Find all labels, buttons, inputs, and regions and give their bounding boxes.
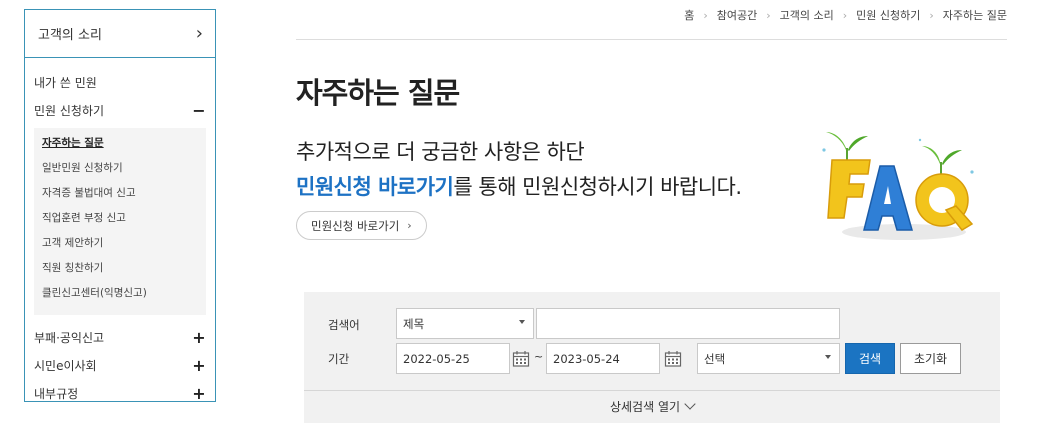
calendar-icon[interactable]: [512, 350, 530, 368]
submenu-item-general-complaint[interactable]: 일반민원 신청하기: [42, 159, 206, 184]
date-to-input[interactable]: 2023-05-24: [546, 343, 660, 374]
breadcrumb-item-home[interactable]: 홈: [684, 7, 694, 23]
panel-divider: [304, 390, 1000, 391]
breadcrumb-item[interactable]: 민원 신청하기: [856, 7, 920, 23]
dropdown-caret-icon: [825, 355, 831, 359]
sidebar-item-my-complaints[interactable]: 내가 쓴 민원: [34, 68, 206, 96]
sidebar-item-internal-rules[interactable]: 내부규정 +: [34, 379, 206, 407]
dropdown-caret-icon: [519, 320, 525, 324]
date-from-input[interactable]: 2022-05-25: [396, 343, 510, 374]
sidebar-item-label: 내부규정: [34, 386, 79, 401]
complaint-shortcut-button[interactable]: 민원신청 바로가기 ›: [296, 211, 427, 240]
breadcrumb-separator-icon: ›: [842, 8, 848, 22]
breadcrumb-item-current: 자주하는 질문: [942, 9, 1007, 22]
intro-highlight: 민원신청 바로가기: [296, 175, 454, 199]
breadcrumb-item[interactable]: 고객의 소리: [780, 7, 834, 23]
date-from-value: 2022-05-25: [403, 351, 470, 366]
date-to-value: 2023-05-24: [553, 351, 620, 366]
submenu-item-faq[interactable]: 자주하는 질문: [42, 134, 206, 159]
page-title: 자주하는 질문: [296, 76, 460, 110]
sidebar-item-label: 시민e이사회: [34, 358, 97, 373]
breadcrumb-separator-icon: ›: [703, 8, 708, 22]
breadcrumb-separator-icon: ›: [766, 8, 771, 22]
search-field-select[interactable]: 제목: [396, 308, 534, 339]
intro-line-2: 민원신청 바로가기를 통해 민원신청하시기 바랍니다.: [296, 171, 742, 201]
breadcrumb-divider: [296, 39, 1007, 40]
sidebar-item-corruption-report[interactable]: 부패·공익신고 +: [34, 323, 206, 351]
expand-icon: +: [192, 327, 206, 347]
chevron-right-icon: ›: [407, 219, 412, 232]
faq-illustration-icon: [822, 132, 974, 240]
sidebar-submenu: 자주하는 질문 일반민원 신청하기 자격증 불법대여 신고 직업훈련 부정 신고…: [34, 128, 206, 315]
breadcrumb-item[interactable]: 참여공간: [717, 7, 757, 23]
sidebar-header[interactable]: 고객의 소리 ›: [25, 10, 215, 58]
detail-search-toggle[interactable]: 상세검색 열기: [304, 398, 1000, 415]
date-range-separator: ~: [534, 350, 544, 363]
sidebar-nav: 고객의 소리 › 내가 쓴 민원 민원 신청하기 − 자주하는 질문 일반민원 …: [24, 9, 216, 403]
search-panel: 검색어 제목 기간 2022-05-25 ~ 2023-05-24 선택 검색 …: [304, 292, 1000, 423]
search-button[interactable]: 검색: [845, 343, 895, 374]
chevron-right-icon: ›: [195, 23, 203, 44]
submenu-item-training-report[interactable]: 직업훈련 부정 신고: [42, 209, 206, 234]
period-label: 기간: [328, 352, 350, 366]
intro-line-2-rest: 를 통해 민원신청하시기 바랍니다.: [453, 175, 742, 199]
chevron-down-icon: [684, 398, 696, 410]
submenu-item-license-report[interactable]: 자격증 불법대여 신고: [42, 184, 206, 209]
sidebar-header-label: 고객의 소리: [38, 28, 102, 43]
search-keyword-input[interactable]: [536, 308, 840, 339]
expand-icon: +: [192, 383, 206, 403]
breadcrumb-separator-icon: ›: [929, 8, 934, 22]
complaint-shortcut-label: 민원신청 바로가기: [311, 218, 400, 233]
period-select[interactable]: 선택: [697, 343, 840, 374]
search-field-select-value: 제목: [403, 316, 425, 331]
expand-icon: +: [192, 355, 206, 375]
intro-line-1: 추가적으로 더 궁금한 사항은 하단: [296, 140, 585, 164]
submenu-item-suggestion[interactable]: 고객 제안하기: [42, 234, 206, 259]
detail-search-label: 상세검색 열기: [609, 400, 681, 414]
submenu-item-praise[interactable]: 직원 칭찬하기: [42, 259, 206, 284]
sidebar-item-label: 민원 신청하기: [34, 103, 105, 118]
breadcrumb: 홈 › 참여공간 › 고객의 소리 › 민원 신청하기 › 자주하는 질문: [684, 7, 1007, 23]
sidebar-item-complaint-apply[interactable]: 민원 신청하기 −: [34, 96, 206, 124]
submenu-item-clean-center[interactable]: 클린신고센터(익명신고): [42, 284, 206, 309]
reset-button[interactable]: 초기화: [900, 343, 961, 374]
collapse-icon: −: [192, 100, 206, 120]
sidebar-item-label: 내가 쓴 민원: [34, 75, 97, 90]
sidebar-item-label: 부패·공익신고: [34, 330, 105, 345]
sidebar-item-citizen-board[interactable]: 시민e이사회 +: [34, 351, 206, 379]
calendar-icon[interactable]: [664, 350, 682, 368]
keyword-label: 검색어: [328, 318, 360, 332]
period-select-value: 선택: [704, 351, 726, 366]
